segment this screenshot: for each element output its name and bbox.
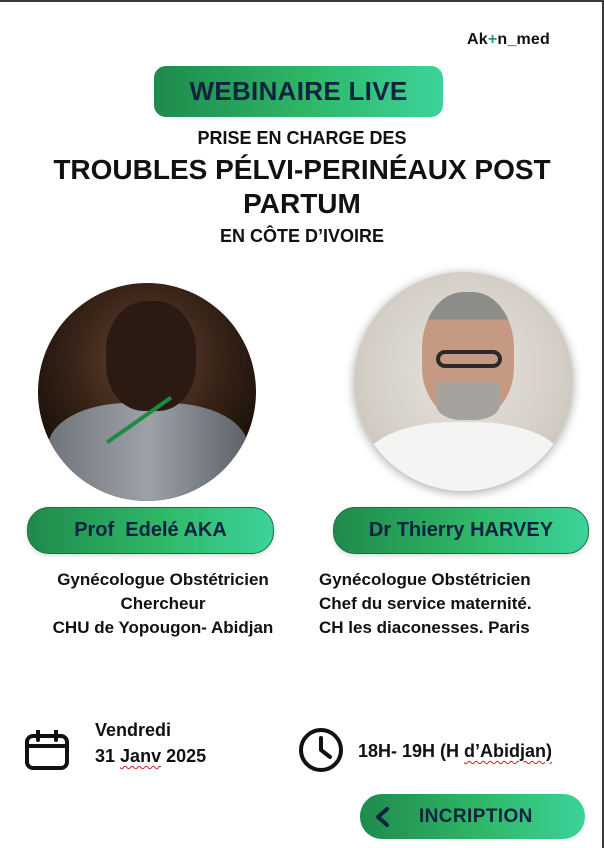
- frame-top-border: [0, 0, 604, 2]
- speaker-1-roles: Gynécologue Obstétricien Chercheur CHU d…: [18, 568, 308, 640]
- speaker-2-role-specialty: Gynécologue Obstétricien: [319, 570, 531, 589]
- brand-logo: Ak+n_med: [467, 31, 550, 49]
- topic-title-line1: TROUBLES PÉLVI-PERINÉAUX POST: [53, 154, 551, 185]
- webinar-banner: WEBINAIRE LIVE: [154, 66, 443, 117]
- speaker-2-glasses: [436, 350, 502, 368]
- speaker-1-name: Prof Edelé AKA: [74, 519, 227, 541]
- speaker-2-role-title: Chef du service maternité.: [319, 594, 532, 613]
- topic-location: EN CÔTE D’IVOIRE: [219, 226, 385, 246]
- brand-suffix: n_med: [497, 31, 550, 48]
- event-date-day: 31: [95, 746, 116, 766]
- event-full-date: 31 Janv 2025: [95, 743, 206, 769]
- registration-button-label: INCRIPTION: [419, 805, 533, 827]
- speaker-1-role-specialty: Gynécologue Obstétricien: [57, 570, 269, 589]
- event-date-month: Janv: [120, 746, 162, 766]
- speaker-1-shirt: [48, 403, 248, 501]
- brand-plus: +: [487, 31, 498, 48]
- speaker-1-name-badge: Prof Edelé AKA: [27, 507, 274, 554]
- webinar-label: WEBINAIRE LIVE: [189, 76, 408, 106]
- chevron-left-icon: [376, 806, 389, 827]
- brand-prefix: Ak: [467, 31, 488, 48]
- speaker-2-name-badge: Dr Thierry HARVEY: [333, 507, 589, 554]
- speaker-2-coat: [364, 422, 564, 491]
- event-day: Vendredi: [95, 720, 172, 740]
- topic-title-line2: PARTUM: [243, 188, 361, 219]
- speaker-2-beard: [436, 382, 500, 420]
- speaker-2-name: Dr Thierry HARVEY: [368, 519, 554, 541]
- speaker-1-head: [106, 301, 196, 411]
- calendar-icon: [25, 730, 69, 770]
- event-time: 18H- 19H (H d’Abidjan): [358, 741, 552, 762]
- event-time-zone: d’Abidjan): [464, 741, 553, 761]
- speaker-2-roles: Gynécologue Obstétricien Chef du service…: [319, 568, 604, 640]
- speaker-2-photo: [354, 272, 573, 491]
- topic-intro: PRISE EN CHARGE DES: [197, 128, 407, 148]
- speaker-1-photo: [38, 283, 256, 501]
- clock-icon: [299, 728, 343, 772]
- speaker-1-role-title: Chercheur: [120, 594, 206, 613]
- topic-title: TROUBLES PÉLVI-PERINÉAUX POST PARTUM: [0, 153, 604, 221]
- speaker-1-role-institution: CHU de Yopougon- Abidjan: [52, 618, 274, 637]
- event-date-year: 2025: [166, 746, 207, 766]
- event-time-range: 18H- 19H (H: [358, 741, 460, 761]
- speaker-2-role-institution: CH les diaconesses. Paris: [319, 618, 530, 637]
- event-date: Vendredi 31 Janv 2025: [95, 717, 206, 769]
- registration-button[interactable]: INCRIPTION: [360, 794, 585, 839]
